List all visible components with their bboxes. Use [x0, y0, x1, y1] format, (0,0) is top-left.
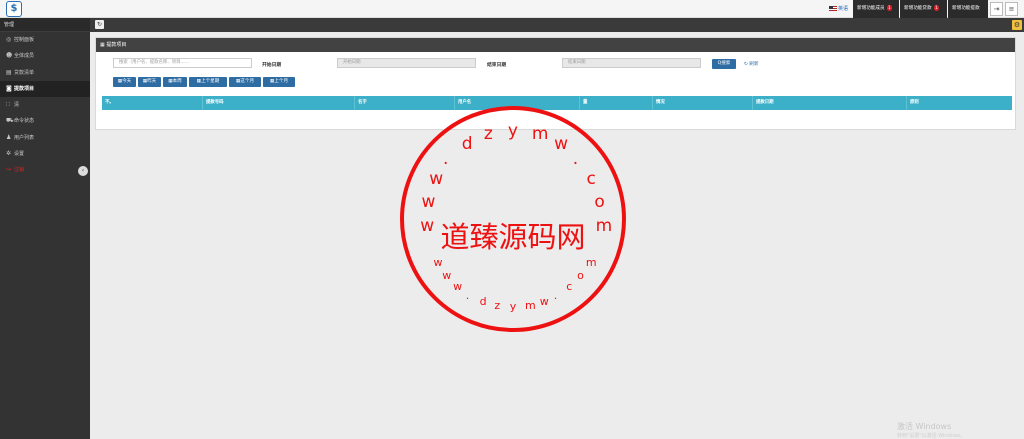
grid-icon: ∷: [6, 101, 10, 109]
stamp-ring-letter: m: [595, 216, 613, 237]
stamp-ring-letter: o: [594, 192, 605, 213]
filter-this-week-button[interactable]: ▦本周: [163, 77, 187, 87]
user-icon: ♟: [6, 133, 12, 141]
stamp-ring-letter: y: [509, 300, 517, 314]
us-flag-icon: [829, 6, 837, 11]
stamp-ring-letter: .: [465, 288, 470, 302]
filter-today-button[interactable]: ▦今天: [113, 77, 136, 87]
stamp-ring-letter: o: [577, 268, 584, 282]
menu-icon[interactable]: ≡: [1005, 2, 1018, 16]
column-principle[interactable]: 原则: [906, 96, 1012, 110]
stamp-ring-letter: y: [507, 120, 518, 141]
sidebar-item-dashboard[interactable]: ◎ 控制面板: [0, 32, 90, 48]
stamp-ring-letter: m: [585, 256, 597, 270]
settings-gear-icon[interactable]: ⚙: [1012, 20, 1022, 30]
sidebar-item-user-list[interactable]: ♟ 用户列表: [0, 130, 90, 146]
list-icon: ▤: [6, 68, 12, 76]
refresh-link[interactable]: ↻ 刷新: [744, 61, 759, 67]
stamp-ring-letter: z: [494, 299, 501, 313]
stamp-ring-letter: w: [429, 169, 444, 190]
filter-last-month-button[interactable]: ▦上个月: [263, 77, 295, 87]
search-button[interactable]: Q搜索: [712, 59, 736, 69]
stamp-ring-letter: w: [442, 268, 452, 282]
windows-activation-hint: 转到"设置"以激活 Windows。: [897, 433, 966, 439]
column-withdrawal-date[interactable]: 提款日期: [752, 96, 906, 110]
end-date-label: 结束日期: [487, 63, 507, 68]
money-icon: ◙: [6, 84, 12, 92]
panel-title: 提款项目: [106, 42, 127, 48]
stamp-ring-letter: m: [531, 124, 549, 145]
sidebar-item-loans[interactable]: ▤ 贷款清单: [0, 65, 90, 81]
stamp-ring-letter: d: [479, 295, 487, 309]
stamp-ring-letter: w: [433, 256, 443, 270]
sidebar-collapse-icon[interactable]: ‹: [78, 166, 88, 176]
stamp-ring-letter: c: [566, 279, 573, 293]
sidebar-item-order-status[interactable]: ⛟命令状态: [0, 113, 90, 129]
sidebar-item-clear[interactable]: ∷ 清: [0, 97, 90, 113]
column-name[interactable]: 名字: [354, 96, 454, 110]
content-toolbar: ↻ ⚙: [90, 18, 1024, 32]
language-switch[interactable]: 英语: [829, 5, 848, 12]
end-date-input[interactable]: 结束日期: [562, 58, 701, 68]
stamp-ring-letter: d: [461, 133, 473, 154]
stamp-ring-letter: z: [483, 124, 493, 145]
stamp-ring-letter: w: [539, 295, 549, 309]
stamp-ring-letter: w: [554, 133, 568, 154]
stamp-ring-letter: w: [421, 192, 436, 213]
users-icon: ☻: [6, 52, 13, 60]
stamp-ring-letter: .: [443, 149, 449, 170]
refresh-icon[interactable]: ↻: [95, 20, 104, 29]
logout-icon[interactable]: ⇥: [990, 2, 1003, 16]
column-amount[interactable]: 量: [579, 96, 652, 110]
sidebar-header: 管理: [0, 18, 90, 32]
top-navbar: $ 英语 新增功能成员 1 新增功能贷款 1 新增功能提款 ⇥ ≡: [0, 0, 1024, 18]
cart-icon: ⛟: [6, 117, 14, 125]
stamp-center-text: 道臻源码网: [440, 220, 586, 254]
filter-this-month-button[interactable]: ▦这个月: [229, 77, 261, 87]
panel-header: ▦ 提款项目: [96, 38, 1015, 52]
stamp-ring-letter: m: [524, 299, 536, 313]
table-header: 不。 提款号码 名字 用户名 量 情况 提款日期 原则: [102, 96, 1012, 110]
logout-icon: ↪: [6, 166, 12, 174]
stamp-ring-letter: c: [586, 169, 596, 190]
sidebar-item-settings[interactable]: ✲ 设置: [0, 146, 90, 162]
stamp-ring-letter: w: [420, 216, 435, 237]
search-input[interactable]: 搜索（用户名、提款名称、项目......: [113, 58, 252, 68]
filter-last-week-button[interactable]: ▦上个星期: [189, 77, 227, 87]
notification-badge: 1: [886, 4, 893, 11]
language-label: 英语: [838, 6, 849, 12]
gear-icon: ✲: [6, 150, 12, 158]
column-status[interactable]: 情况: [652, 96, 752, 110]
stamp-ring-letter: .: [553, 288, 558, 302]
sidebar-item-members[interactable]: ☻ 全体成员: [0, 48, 90, 64]
sidebar: 管理 ◎ 控制面板 ☻ 全体成员 ▤ 贷款清单 ◙ 提款项目 ∷ 清 ⛟命令状态 ♟ 用户列…: [0, 18, 90, 439]
column-withdrawal-no[interactable]: 提款号码: [202, 96, 354, 110]
start-date-input[interactable]: 开始日期: [337, 58, 476, 68]
windows-activation-watermark: 激活 Windows: [897, 422, 952, 431]
stamp-ring-letter: .: [572, 149, 579, 170]
sidebar-item-withdrawals[interactable]: ◙ 提款项目: [0, 80, 90, 98]
new-members-button[interactable]: 新增功能成员 1: [853, 0, 899, 18]
dashboard-icon: ◎: [6, 36, 12, 43]
notification-badge: 1: [933, 4, 940, 11]
filter-yesterday-button[interactable]: ▦昨天: [138, 77, 161, 87]
sidebar-item-logout[interactable]: ↪ 注销: [0, 162, 90, 178]
start-date-label: 开始日期: [262, 63, 282, 68]
new-loans-button[interactable]: 新增功能贷款 1: [900, 0, 947, 18]
logo-icon[interactable]: $: [6, 1, 22, 17]
new-withdrawals-button[interactable]: 新增功能提款: [948, 0, 988, 18]
column-number[interactable]: 不。: [102, 96, 202, 110]
stamp-ring-letter: w: [453, 279, 463, 293]
